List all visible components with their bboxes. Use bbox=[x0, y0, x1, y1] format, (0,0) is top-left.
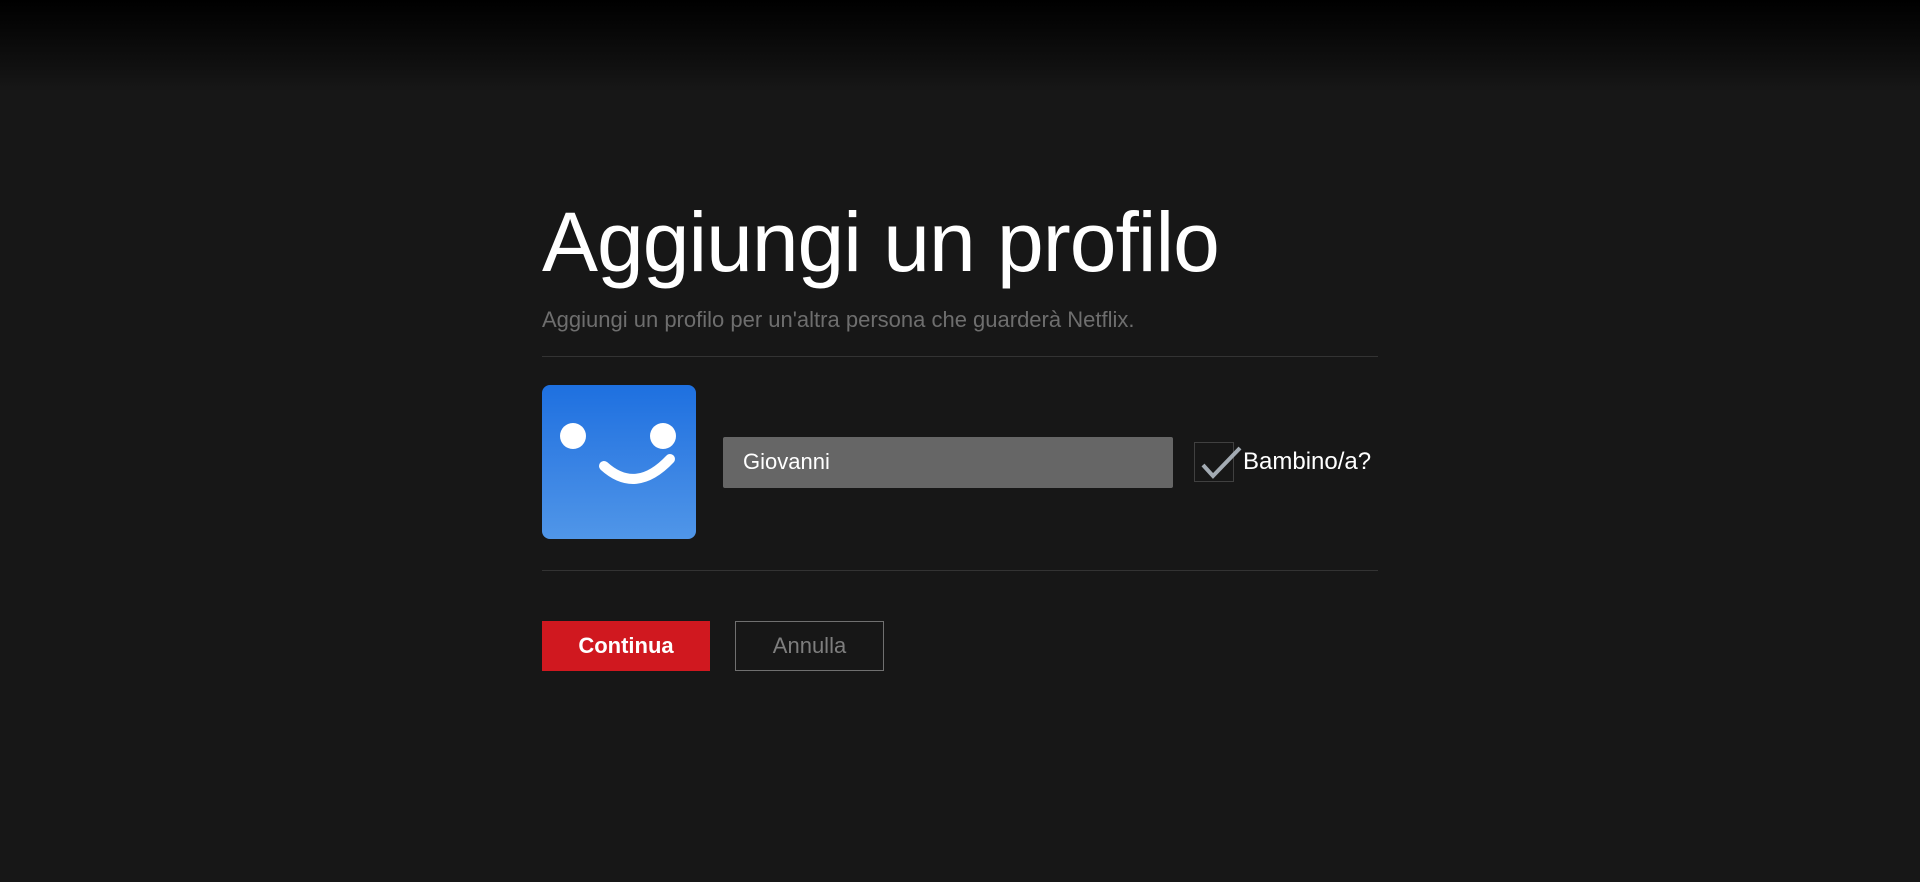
smiley-face-icon bbox=[542, 385, 696, 539]
kids-checkbox-group: Bambino/a? bbox=[1194, 442, 1371, 482]
add-profile-page: Aggiungi un profilo Aggiungi un profilo … bbox=[0, 0, 1920, 882]
profile-entry-row: Bambino/a? bbox=[542, 385, 1378, 539]
cancel-button[interactable]: Annulla bbox=[735, 621, 884, 671]
page-title: Aggiungi un profilo bbox=[542, 195, 1220, 289]
divider-top bbox=[542, 356, 1378, 357]
continue-button[interactable]: Continua bbox=[542, 621, 710, 671]
profile-avatar bbox=[542, 385, 696, 539]
profile-name-input[interactable] bbox=[723, 436, 1173, 488]
add-profile-form: Aggiungi un profilo Aggiungi un profilo … bbox=[542, 0, 1378, 671]
page-subtitle: Aggiungi un profilo per un'altra persona… bbox=[542, 307, 1135, 332]
kids-checkbox[interactable] bbox=[1194, 442, 1242, 482]
divider-bottom bbox=[542, 570, 1378, 571]
form-actions: Continua Annulla bbox=[542, 621, 1378, 671]
kids-checkbox-label[interactable]: Bambino/a? bbox=[1243, 448, 1371, 476]
